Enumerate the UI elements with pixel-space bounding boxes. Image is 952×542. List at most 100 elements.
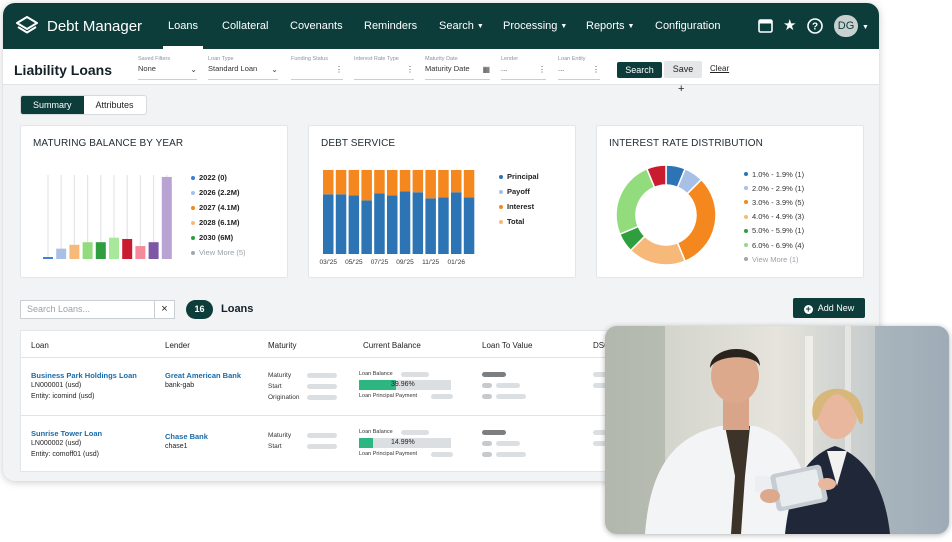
loan-name-link[interactable]: Sunrise Tower Loan (31, 429, 102, 438)
debt-bar-interest[interactable] (399, 170, 411, 192)
column-header[interactable]: Loan To Value (482, 341, 532, 350)
debt-bar-interest[interactable] (323, 170, 334, 195)
user-menu-caret-icon[interactable]: ▼ (862, 21, 869, 33)
debt-bar-principal[interactable] (463, 197, 475, 254)
legend-item[interactable]: 1.0% - 1.9% (1) (744, 167, 804, 181)
debt-bar-principal[interactable] (348, 195, 360, 254)
search-loans-input[interactable]: Search Loans... (20, 300, 155, 319)
debt-bar-interest[interactable] (451, 170, 462, 193)
legend-item[interactable]: Principal (499, 169, 539, 184)
debt-bar-principal[interactable] (323, 194, 334, 254)
debt-bar-interest[interactable] (374, 170, 385, 194)
debt-bar-principal[interactable] (438, 197, 449, 254)
debt-bar-interest[interactable] (463, 170, 475, 198)
lender-link[interactable]: Chase Bank (165, 432, 208, 441)
principal-payment-label: Loan Principal Payment (359, 451, 418, 457)
nav-reports[interactable]: Reports ▼ (586, 20, 634, 32)
star-icon[interactable]: ★ (783, 16, 796, 34)
legend-item[interactable]: Payoff (499, 184, 539, 199)
debt-bar-interest[interactable] (361, 170, 372, 201)
nav-covenants[interactable]: Covenants (290, 20, 343, 32)
user-avatar[interactable]: DG (834, 15, 858, 37)
debt-bar-interest[interactable] (425, 170, 436, 199)
clear-link[interactable]: Clear (710, 64, 729, 73)
debt-bar-interest[interactable] (348, 170, 360, 196)
maturing-bar[interactable] (148, 242, 159, 259)
nav-loans[interactable]: Loans (168, 20, 198, 32)
clear-search-icon[interactable]: × (155, 300, 175, 319)
legend-item[interactable]: 2.0% - 2.9% (1) (744, 181, 804, 195)
nav-configuration[interactable]: Configuration (655, 20, 720, 32)
debt-bar-principal[interactable] (425, 198, 436, 254)
debt-bar-principal[interactable] (335, 194, 347, 254)
legend-item[interactable]: 4.0% - 4.9% (3) (744, 210, 804, 224)
donut-slice[interactable] (676, 178, 717, 263)
loan-name-link[interactable]: Business Park Holdings Loan (31, 371, 137, 380)
saved-filters-select[interactable]: Saved Filters None ⌄ (138, 56, 197, 80)
save-button[interactable]: Save (664, 61, 702, 78)
maturing-bar[interactable] (161, 176, 172, 259)
maturing-bar[interactable] (69, 244, 80, 259)
maturity-date-field[interactable]: Maturity Date Maturity Date ▦ (425, 56, 490, 80)
placeholder-value (496, 383, 520, 388)
add-new-button[interactable]: + Add New (793, 298, 865, 318)
calendar-icon[interactable]: ▦ (482, 65, 490, 74)
funding-status-select[interactable]: Funding Status ⋮ (291, 56, 343, 80)
loan-balance-label: Loan Balance (359, 429, 393, 435)
legend-item[interactable]: 2027 (4.1M) (191, 200, 246, 215)
nav-search[interactable]: Search ▼ (439, 20, 484, 32)
legend-item[interactable]: 2030 (6M) (191, 230, 246, 245)
lender-link[interactable]: Great American Bank (165, 371, 241, 380)
plus-circle-icon: + (803, 304, 813, 314)
tab-attributes[interactable]: Attributes (84, 96, 146, 114)
legend-item[interactable]: 6.0% - 6.9% (4) (744, 238, 804, 252)
caret-down-icon: ▼ (476, 23, 484, 30)
debt-bar-principal[interactable] (399, 191, 411, 254)
column-header[interactable]: Loan (31, 341, 49, 350)
donut-slice[interactable] (615, 167, 656, 236)
calculator-icon[interactable] (758, 19, 773, 33)
debt-bar-principal[interactable] (374, 193, 385, 254)
tab-summary[interactable]: Summary (21, 96, 84, 114)
maturing-bar[interactable] (82, 242, 93, 259)
filter-bar: Liability Loans Saved Filters None ⌄ Loa… (3, 49, 879, 85)
legend-item[interactable]: Interest (499, 199, 539, 214)
maturing-bar[interactable] (109, 237, 119, 259)
debt-bar-interest[interactable] (335, 170, 347, 195)
loan-entity-select[interactable]: Loan Entity ... ⋮ (558, 56, 600, 80)
placeholder-value (496, 452, 526, 457)
interest-rate-type-select[interactable]: Interest Rate Type ⋮ (354, 56, 414, 80)
legend-item[interactable]: 2026 (2.2M) (191, 185, 246, 200)
column-header[interactable]: Lender (165, 341, 190, 350)
column-header[interactable]: Current Balance (363, 341, 421, 350)
nav-processing[interactable]: Processing ▼ (503, 20, 567, 32)
legend-item[interactable]: 2022 (0) (191, 170, 246, 185)
debt-bar-interest[interactable] (387, 170, 398, 196)
maturing-bar[interactable] (43, 257, 53, 259)
view-more-link[interactable]: View More (5) (191, 245, 246, 260)
loan-type-select[interactable]: Loan Type Standard Loan ⌄ (208, 56, 278, 80)
maturing-bar[interactable] (122, 238, 133, 259)
nav-collateral[interactable]: Collateral (222, 20, 268, 32)
search-button[interactable]: Search (617, 62, 662, 78)
debt-bar-principal[interactable] (361, 200, 372, 254)
legend-item[interactable]: 5.0% - 5.9% (1) (744, 224, 804, 238)
legend-item[interactable]: 2028 (6.1M) (191, 215, 246, 230)
debt-bar-principal[interactable] (412, 192, 424, 254)
help-icon[interactable]: ? (807, 18, 823, 34)
debt-bar-interest[interactable] (412, 170, 424, 193)
maturing-bar[interactable] (56, 248, 67, 259)
debt-bar-principal[interactable] (451, 192, 462, 254)
view-more-link[interactable]: View More (1) (744, 252, 804, 266)
debt-bar-interest[interactable] (438, 170, 449, 198)
legend-item[interactable]: 3.0% - 3.9% (5) (744, 195, 804, 209)
lender-select[interactable]: Lender ... ⋮ (501, 56, 546, 80)
legend-item[interactable]: Total (499, 214, 539, 229)
maturing-bar[interactable] (95, 242, 106, 259)
legend-dot (744, 243, 748, 248)
maturing-bar[interactable] (135, 246, 146, 259)
app-logo[interactable]: Debt Manager (15, 15, 142, 37)
column-header[interactable]: Maturity (268, 341, 296, 350)
debt-bar-principal[interactable] (387, 195, 398, 254)
nav-reminders[interactable]: Reminders (364, 20, 417, 32)
